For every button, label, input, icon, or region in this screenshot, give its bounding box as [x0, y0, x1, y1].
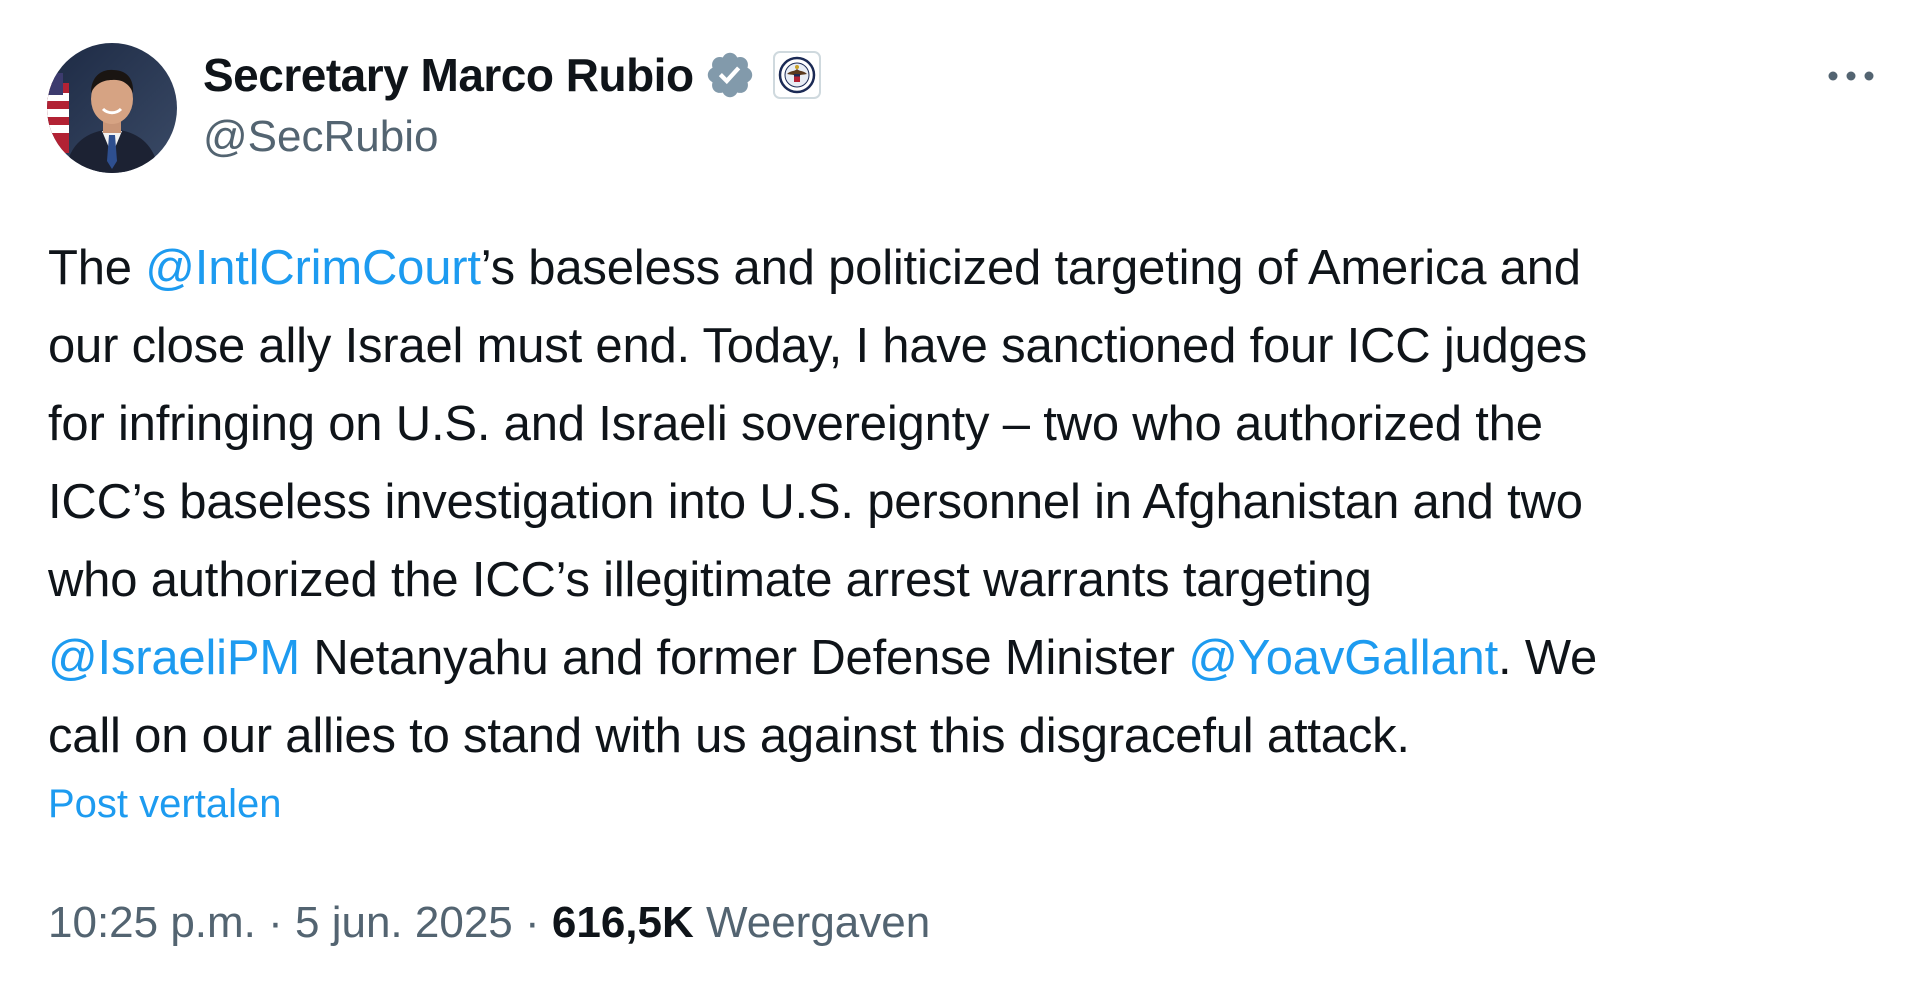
tweet-text: The @IntlCrimCourt’s baseless and politi… — [48, 229, 1888, 775]
text-segment: The — [48, 241, 146, 295]
tweet-text-line: for infringing on U.S. and Israeli sover… — [48, 397, 1543, 451]
author-handle[interactable]: @SecRubio — [203, 112, 438, 162]
tweet-text-line: who authorized the ICC’s illegitimate ar… — [48, 553, 1372, 607]
tweet: Secretary Marco Rubio @SecRubio The @Int… — [0, 0, 1920, 995]
post-date-link[interactable]: 5 jun. 2025 — [295, 898, 513, 947]
text-segment: . We — [1498, 631, 1598, 685]
text-segment: Netanyahu and former Defense Minister — [299, 631, 1189, 685]
us-state-department-seal-icon[interactable] — [772, 50, 822, 100]
translate-post-link[interactable]: Post vertalen — [48, 782, 281, 827]
tweet-text-line: The @IntlCrimCourt’s baseless and politi… — [48, 229, 1888, 307]
tweet-text-line: call on our allies to stand with us agai… — [48, 709, 1410, 763]
views-count[interactable]: 616,5K — [552, 898, 694, 947]
tweet-text-line: @IsraeliPM Netanyahu and former Defense … — [48, 619, 1888, 697]
text-segment: ’s baseless and politicized targeting of… — [480, 241, 1581, 295]
meta-separator: · — [512, 898, 552, 947]
tweet-text-line: our close ally Israel must end. Today, I… — [48, 319, 1588, 373]
views-label[interactable]: Weergaven — [694, 898, 930, 947]
mention-yoavgallant-link[interactable]: @YoavGallant — [1188, 631, 1498, 685]
more-options-icon[interactable] — [1820, 58, 1882, 94]
tweet-text-line: ICC’s baseless investigation into U.S. p… — [48, 475, 1583, 529]
mention-israelipm-link[interactable]: @IsraeliPM — [48, 631, 300, 685]
verified-badge-icon[interactable] — [704, 49, 756, 101]
tweet-metadata: 10:25 p.m. · 5 jun. 2025 · 616,5K Weerga… — [48, 898, 930, 948]
mention-intlcrimcourt-link[interactable]: @IntlCrimCourt — [145, 241, 481, 295]
avatar[interactable] — [47, 43, 177, 173]
post-time-link[interactable]: 10:25 p.m. — [48, 898, 256, 947]
meta-separator: · — [255, 898, 296, 947]
author-name-row: Secretary Marco Rubio — [203, 44, 822, 106]
author-display-name[interactable]: Secretary Marco Rubio — [203, 48, 694, 102]
